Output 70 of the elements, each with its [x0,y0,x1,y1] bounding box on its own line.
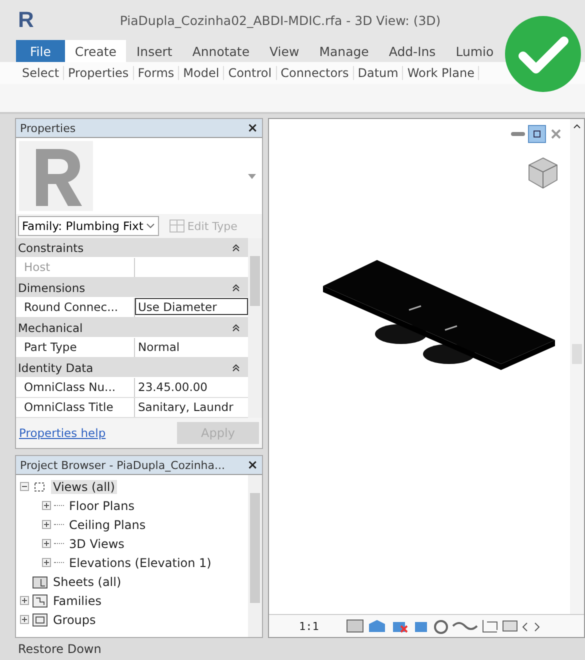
ribbon-tab[interactable]: View [260,40,310,62]
sheet-icon [32,574,48,588]
ribbon-panel-label[interactable]: Control [224,66,277,80]
property-value-field[interactable]: Use Diameter [135,298,248,315]
ribbon-panel-label[interactable]: Work Plane [403,66,480,80]
edit-type-icon [169,219,186,233]
property-name: OmniClass Title [16,398,135,417]
property-group-header[interactable]: Mechanical [16,318,248,338]
collapse-icon [232,364,240,372]
ribbon-panel-label[interactable]: Connectors [276,66,354,80]
expand-toggle-icon[interactable] [42,539,51,548]
window-title: PiaDupla_Cozinha02_ABDI-MDIC.rfa - 3D View: (3D) [120,12,441,28]
expand-toggle-icon[interactable] [20,615,29,624]
property-name: OmniClass Nu... [16,378,135,397]
type-selector[interactable]: Family: Plumbing Fixt [18,216,160,236]
view-cube-icon[interactable] [526,155,560,191]
status-text: Restore Down [18,642,102,656]
expand-toggle-icon[interactable] [20,482,29,491]
property-value[interactable]: Normal [135,338,248,357]
property-group-header[interactable]: Constraints [16,238,248,258]
ribbon-panel-label[interactable]: Select [18,66,64,80]
group-icon [32,612,48,626]
ribbon-tab[interactable]: Create [64,40,126,62]
expand-toggle-icon[interactable] [42,558,51,567]
ribbon-panel-label[interactable]: Forms [134,66,180,80]
ribbon-panel-label[interactable]: Model [179,66,224,80]
property-group-header[interactable]: Dimensions [16,278,248,298]
tree-item[interactable]: Sheets (all) [51,574,124,588]
ribbon-tab[interactable]: Add-Ins [378,40,446,62]
scrollbar[interactable] [248,475,262,637]
tree-item[interactable]: Views (all) [51,480,117,494]
property-value[interactable]: 23.45.00.00 [135,378,248,397]
expand-toggle-icon[interactable] [42,501,51,510]
properties-help-link[interactable]: Properties help [19,426,106,440]
ribbon-panel-label[interactable]: Datum [354,66,404,80]
ribbon-tab[interactable]: Manage [309,40,379,62]
scrollbar[interactable] [570,119,584,614]
panel-title: Properties [20,122,76,134]
app-logo[interactable]: R [18,7,34,33]
dropdown-arrow-icon[interactable] [248,174,259,178]
close-icon[interactable]: × [247,458,258,472]
tree-item[interactable]: Ceiling Plans [67,518,148,532]
expand-toggle-icon[interactable] [20,596,29,605]
ribbon-tab[interactable]: Lumio [446,40,504,62]
tree-item[interactable]: Floor Plans [67,498,136,512]
chevron-down-icon [146,223,156,229]
property-name: Host [16,258,135,277]
property-value[interactable]: Sanitary, Laundr [135,398,248,417]
tree-item[interactable]: Families [51,594,104,608]
expand-toggle-icon[interactable] [42,520,51,529]
tree-item[interactable]: Groups [51,612,98,626]
collapse-icon [232,324,240,332]
family-icon [32,594,48,608]
panel-title: Project Browser - PiaDupla_Cozinha... [20,458,225,472]
property-group-header[interactable]: Identity Data [16,358,248,378]
ribbon-tab[interactable]: Insert [126,40,182,62]
close-icon[interactable]: × [247,120,258,136]
tree-item[interactable]: 3D Views [67,536,126,550]
file-tab[interactable]: File [16,40,65,62]
scrollbar[interactable] [248,238,262,418]
restore-icon[interactable] [528,125,546,143]
family-preview-icon [19,141,93,211]
scroll-up-icon[interactable] [573,124,581,129]
collapse-icon [232,284,240,292]
view-scale[interactable]: 1:1 [299,620,319,632]
property-name: Part Type [16,338,135,357]
ribbon-tab[interactable]: Annotate [182,40,260,62]
ribbon-panel-label[interactable]: Properties [64,66,134,80]
collapse-icon [232,244,240,252]
tree-item[interactable]: Elevations (Elevation 1) [67,556,214,570]
